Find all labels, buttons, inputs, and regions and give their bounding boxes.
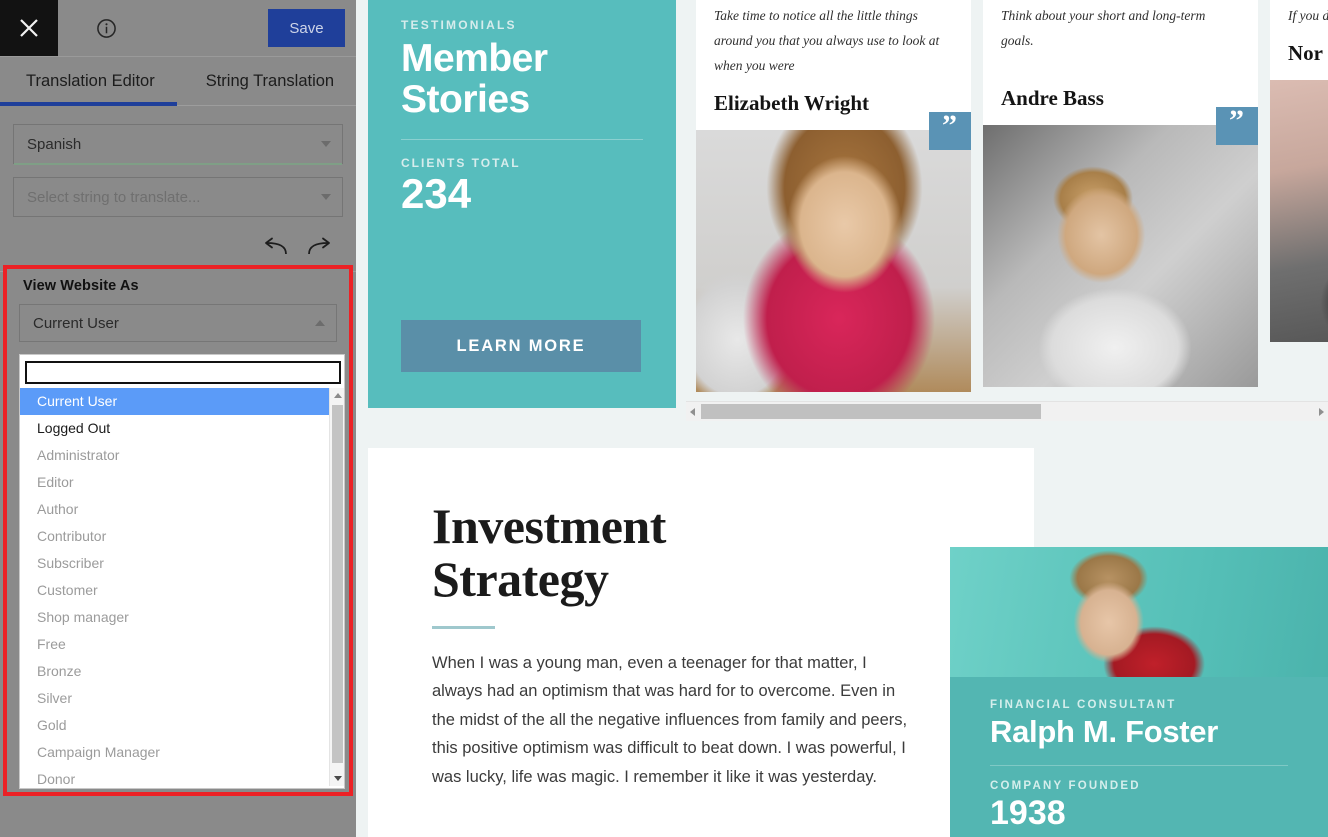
testimonial-author: Nor [1288, 40, 1323, 65]
consultant-role: FINANCIAL CONSULTANT [990, 699, 1177, 711]
dropdown-option[interactable]: Campaign Manager [20, 739, 344, 766]
view-website-as-label: View Website As [23, 278, 139, 294]
history-controls [13, 220, 343, 264]
active-tab-indicator [0, 102, 177, 106]
testimonial-author: Andre Bass [1001, 85, 1104, 110]
investment-divider [432, 626, 495, 629]
scroll-up-arrow-icon[interactable] [330, 388, 344, 403]
dropdown-option-list[interactable]: Current User Logged Out Administrator Ed… [20, 388, 344, 786]
company-founded-label: COMPANY FOUNDED [990, 780, 1141, 792]
learn-more-button[interactable]: LEARN MORE [401, 320, 641, 372]
quote-mark-icon: ” [929, 110, 971, 150]
dropdown-option[interactable]: Contributor [20, 523, 344, 550]
dropdown-option[interactable]: Author [20, 496, 344, 523]
hero-title: Member Stories [401, 38, 643, 121]
tab-string-translation[interactable]: String Translation [181, 57, 334, 106]
chevron-left-icon[interactable] [686, 402, 699, 422]
redo-arrow-icon[interactable] [307, 237, 333, 257]
consultant-name: Ralph M. Foster [990, 714, 1219, 749]
testimonial-photo [983, 124, 1258, 387]
testimonial-card: If you day at you di Nor [1270, 0, 1328, 342]
language-select[interactable]: Spanish [13, 124, 343, 165]
dropdown-scroll-thumb[interactable] [332, 405, 343, 763]
dropdown-option[interactable]: Free [20, 631, 344, 658]
testimonial-carousel: Take time to notice all the little thing… [686, 0, 1328, 400]
view-website-as-highlight: View Website As Current User Current Use… [3, 265, 353, 796]
language-select-underline [14, 163, 342, 165]
save-button[interactable]: Save [268, 9, 345, 47]
website-preview: TESTIMONIALS Member Stories CLIENTS TOTA… [356, 0, 1328, 837]
testimonial-quote: Think about your short and long-term goa… [1001, 8, 1206, 48]
chevron-up-icon [315, 320, 325, 326]
scrollbar-thumb[interactable] [701, 403, 1041, 419]
testimonial-quote: If you day at you di [1288, 8, 1328, 23]
view-website-as-select[interactable]: Current User [19, 304, 337, 342]
dropdown-option[interactable]: Donor [20, 766, 344, 786]
consultant-card: FINANCIAL CONSULTANT Ralph M. Foster COM… [950, 547, 1328, 837]
investment-title-line2: Strategy [432, 551, 609, 607]
dropdown-search-wrapper [25, 361, 341, 384]
info-icon[interactable] [95, 17, 117, 39]
tab-translation-editor[interactable]: Translation Editor [0, 57, 181, 106]
testimonial-author: Elizabeth Wright [714, 90, 869, 115]
dropdown-option[interactable]: Gold [20, 712, 344, 739]
preview-left-gutter [356, 0, 368, 837]
chevron-right-icon[interactable] [1315, 402, 1328, 422]
editor-body: Spanish Select string to translate... [0, 106, 356, 272]
dropdown-scrollbar[interactable] [329, 388, 344, 786]
dropdown-option[interactable]: Current User [20, 388, 344, 415]
quote-mark-icon: ” [1216, 105, 1258, 145]
dropdown-option[interactable]: Subscriber [20, 550, 344, 577]
dropdown-search-input[interactable] [27, 363, 339, 382]
editor-tabs: Translation Editor String Translation [0, 57, 356, 106]
close-icon[interactable] [0, 0, 58, 56]
language-select-value: Spanish [27, 135, 82, 153]
carousel-scrollbar[interactable] [686, 401, 1328, 421]
testimonial-photo [696, 129, 971, 392]
testimonial-card: Take time to notice all the little thing… [696, 0, 971, 392]
consultant-divider [990, 765, 1288, 766]
hero-stat-value: 234 [401, 169, 472, 217]
testimonials-hero: TESTIMONIALS Member Stories CLIENTS TOTA… [368, 0, 676, 408]
view-website-as-value: Current User [33, 314, 119, 332]
investment-body: When I was a young man, even a teenager … [432, 654, 908, 786]
translation-editor-panel: Save Translation Editor String Translati… [0, 0, 356, 837]
hero-eyebrow: TESTIMONIALS [401, 18, 517, 32]
dropdown-option[interactable]: Administrator [20, 442, 344, 469]
dropdown-option[interactable]: Silver [20, 685, 344, 712]
scroll-down-arrow-icon[interactable] [330, 771, 344, 786]
hero-stat-label: CLIENTS TOTAL [401, 155, 521, 170]
dropdown-option[interactable]: Logged Out [20, 415, 344, 442]
investment-title: Investment Strategy [432, 500, 986, 606]
editor-toolbar: Save [0, 0, 356, 56]
scrollbar-track[interactable] [699, 402, 1315, 422]
consultant-photo [950, 547, 1328, 677]
testimonial-photo [1270, 79, 1328, 342]
string-select[interactable]: Select string to translate... [13, 177, 343, 217]
dropdown-option[interactable]: Shop manager [20, 604, 344, 631]
testimonial-quote: Take time to notice all the little thing… [714, 8, 940, 73]
string-select-placeholder: Select string to translate... [27, 188, 201, 206]
dropdown-option[interactable]: Customer [20, 577, 344, 604]
hero-divider [401, 138, 643, 140]
hero-title-line2: Stories [401, 78, 530, 122]
view-website-as-dropdown: Current User Logged Out Administrator Ed… [19, 354, 345, 789]
hero-title-line1: Member [401, 37, 548, 80]
testimonial-card: Think about your short and long-term goa… [983, 0, 1258, 387]
dropdown-option[interactable]: Bronze [20, 658, 344, 685]
investment-title-line1: Investment [432, 498, 666, 554]
company-founded-year: 1938 [990, 794, 1066, 832]
undo-arrow-icon[interactable] [262, 237, 288, 257]
chevron-down-icon [321, 141, 331, 147]
chevron-down-icon [321, 194, 331, 200]
investment-strategy-card: Investment Strategy When I was a young m… [368, 448, 1034, 837]
dropdown-option[interactable]: Editor [20, 469, 344, 496]
consultant-details: FINANCIAL CONSULTANT Ralph M. Foster COM… [950, 677, 1328, 837]
app-root: Save Translation Editor String Translati… [0, 0, 1328, 837]
